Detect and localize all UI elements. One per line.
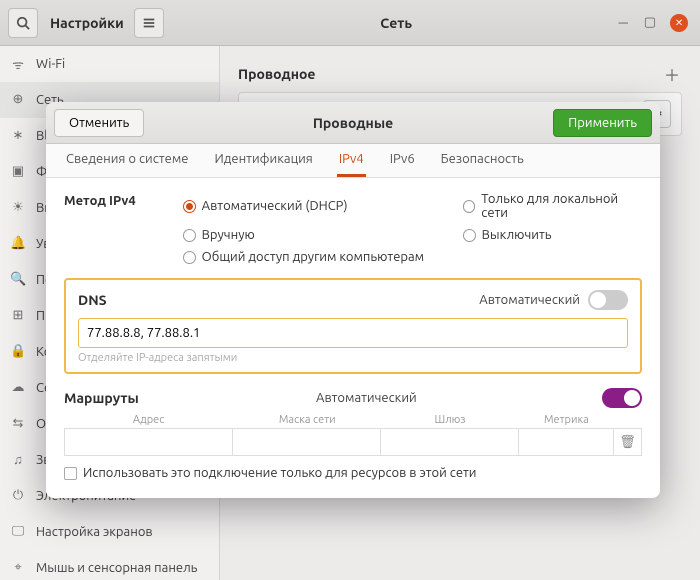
dns-hint: Отделяйте IP-адреса запятыми [78, 352, 628, 364]
routes-title: Маршруты [64, 390, 139, 406]
only-local-label: Использовать это подключение только для … [83, 466, 476, 480]
radio-dot-icon [183, 251, 196, 264]
route-mask-input[interactable] [233, 428, 381, 456]
cancel-button[interactable]: Отменить [54, 109, 144, 137]
radio-local[interactable]: Только для локальной сети [463, 192, 642, 220]
radio-off[interactable]: Выключить [463, 228, 642, 242]
radio-shared[interactable]: Общий доступ другим компьютерам [183, 250, 642, 264]
routes-section: Маршруты Автоматический Адрес Маска сети… [64, 388, 642, 480]
routes-col-mask: Маска сети [233, 414, 381, 428]
apply-button[interactable]: Применить [553, 109, 652, 137]
trash-icon: 🗑 [619, 435, 636, 450]
radio-dot-icon [183, 229, 196, 242]
tab-ipv4[interactable]: IPv4 [337, 152, 366, 177]
dns-title: DNS [78, 292, 107, 308]
radio-dot-icon [463, 200, 476, 213]
radio-dot-icon [183, 200, 196, 213]
routes-col-metric: Метрика [519, 414, 614, 428]
routes-auto-label: Автоматический [316, 391, 417, 405]
method-label: Метод IPv4 [64, 192, 163, 208]
radio-dot-icon [463, 229, 476, 242]
route-delete-button[interactable]: 🗑 [614, 428, 642, 456]
route-metric-input[interactable] [519, 428, 614, 456]
modal-body: Метод IPv4 Автоматический (DHCP) Только … [46, 178, 660, 498]
route-address-input[interactable] [64, 428, 233, 456]
radio-manual[interactable]: Вручную [183, 228, 443, 242]
routes-auto-toggle[interactable] [602, 388, 642, 408]
dns-auto-label: Автоматический [479, 293, 580, 307]
tab-details[interactable]: Сведения о системе [64, 152, 191, 177]
routes-col-address: Адрес [64, 414, 233, 428]
route-gateway-input[interactable] [381, 428, 519, 456]
tabs: Сведения о системе Идентификация IPv4 IP… [46, 144, 660, 178]
wired-settings-modal: Отменить Проводные Применить Сведения о … [46, 102, 660, 498]
dns-input[interactable] [78, 318, 628, 348]
modal-title: Проводные [313, 115, 393, 131]
tab-ipv6[interactable]: IPv6 [388, 152, 417, 177]
tab-identity[interactable]: Идентификация [213, 152, 315, 177]
dns-section: DNS Автоматический Отделяйте IP-адреса з… [64, 278, 642, 374]
tab-security[interactable]: Безопасность [439, 152, 526, 177]
radio-auto[interactable]: Автоматический (DHCP) [183, 192, 443, 220]
only-local-checkbox[interactable] [64, 467, 77, 480]
modal-header: Отменить Проводные Применить [46, 102, 660, 144]
routes-col-gateway: Шлюз [381, 414, 519, 428]
dns-auto-toggle[interactable] [588, 290, 628, 310]
